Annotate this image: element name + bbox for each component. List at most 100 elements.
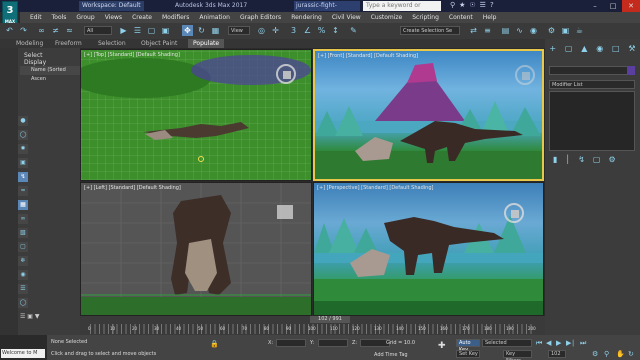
filter-groups-icon[interactable]: ▦ <box>18 200 28 210</box>
tab-selection[interactable]: Selection <box>98 39 126 48</box>
close-button[interactable]: ✕ <box>622 0 640 12</box>
filter-xrefs-icon[interactable]: ∞ <box>18 214 28 224</box>
scale-icon[interactable]: ▦ <box>210 25 221 36</box>
menu-animation[interactable]: Animation <box>199 14 230 21</box>
move-icon[interactable]: ✥ <box>182 25 193 36</box>
filter-geometry-icon[interactable]: ● <box>18 116 28 126</box>
minimize-button[interactable]: – <box>586 0 604 12</box>
render-setup-icon[interactable]: ⚙ <box>546 25 557 36</box>
app-logo-icon[interactable]: 3 MAX <box>2 1 18 25</box>
undo-icon[interactable]: ↶ <box>4 25 15 36</box>
x-coordinate-field[interactable] <box>276 339 306 347</box>
viewport-label-top[interactable]: [+] [Top] [Standard] [Default Shading] <box>84 52 180 58</box>
viewport-left[interactable]: [+] [Left] [Standard] [Default Shading] <box>80 182 312 316</box>
filter-lights-icon[interactable]: ✸ <box>18 144 28 154</box>
reference-coordinate-dropdown[interactable]: View <box>228 26 250 35</box>
menu-content[interactable]: Content <box>449 14 473 21</box>
key-filters-button[interactable]: Key Filters... <box>503 350 532 360</box>
rectangle-select-icon[interactable]: ▢ <box>146 25 157 36</box>
viewport-label-left[interactable]: [+] [Left] [Standard] [Default Shading] <box>84 185 181 191</box>
lock-selection-icon[interactable]: 🔒 <box>210 340 219 348</box>
viewport-top[interactable]: [+] [Top] [Standard] [Default Shading] <box>80 49 312 181</box>
layer-explorer-icon[interactable]: ▤ <box>500 25 511 36</box>
redo-icon[interactable]: ↷ <box>18 25 29 36</box>
menu-group[interactable]: Group <box>76 14 94 21</box>
maximize-button[interactable]: □ <box>604 0 622 12</box>
viewcube-left[interactable] <box>277 205 293 219</box>
display-tab-icon[interactable]: □ <box>612 44 620 53</box>
angle-snap-icon[interactable]: ∠ <box>302 25 313 36</box>
viewport-label-perspective[interactable]: [+] [Perspective] [Standard] [Default Sh… <box>317 185 433 191</box>
tab-display[interactable]: Display <box>24 59 46 66</box>
auto-key-button[interactable]: Auto Key <box>456 339 480 353</box>
explorer-column-header[interactable]: Name (Sorted Ascen <box>20 66 80 82</box>
maxscript-mini-listener[interactable]: Welcome to M <box>1 349 45 358</box>
key-mode-icon[interactable]: ✚ <box>438 341 446 351</box>
play-icon[interactable]: ▶ <box>556 339 561 347</box>
set-key-button[interactable]: Set Key <box>456 350 480 358</box>
menu-rendering[interactable]: Rendering <box>291 14 322 21</box>
filter-hidden-icon[interactable]: ◉ <box>18 270 28 280</box>
named-selection-dropdown[interactable]: Create Selection Se <box>400 26 460 35</box>
tab-freeform[interactable]: Freeform <box>55 39 82 48</box>
link-icon[interactable]: ∞ <box>36 25 47 36</box>
viewcube-top[interactable] <box>276 64 296 84</box>
object-name-field[interactable] <box>549 66 635 75</box>
next-frame-icon[interactable]: ▶∣ <box>566 339 575 347</box>
motion-tab-icon[interactable]: ◉ <box>596 44 603 53</box>
go-to-end-icon[interactable]: ⏭ <box>580 339 586 348</box>
select-manipulate-icon[interactable]: ✛ <box>270 25 281 36</box>
viewcube-front[interactable] <box>515 65 535 85</box>
search-input[interactable]: Type a keyword or phrase <box>363 1 441 19</box>
menu-scripting[interactable]: Scripting <box>412 14 439 21</box>
modifier-list-dropdown[interactable]: Modifier List <box>549 80 635 89</box>
object-color-swatch[interactable] <box>627 66 635 75</box>
pan-icon[interactable]: ✋ <box>616 350 625 358</box>
key-set-dropdown[interactable]: Selected <box>482 339 532 347</box>
tab-populate[interactable]: Populate <box>188 39 225 48</box>
material-editor-icon[interactable]: ◉ <box>528 25 539 36</box>
menu-customize[interactable]: Customize <box>371 14 403 21</box>
workspace-selector[interactable]: Workspace: Default <box>79 1 144 11</box>
tab-modeling[interactable]: Modeling <box>16 39 43 48</box>
previous-frame-icon[interactable]: ◀ <box>546 339 551 347</box>
zoom-icon[interactable]: ⚲ <box>604 350 609 358</box>
add-time-tag[interactable]: Add Time Tag <box>374 352 408 358</box>
filter-helpers-icon[interactable]: ↯ <box>18 172 28 182</box>
unlink-icon[interactable]: ≠ <box>50 25 61 36</box>
create-tab-icon[interactable]: + <box>549 44 556 53</box>
menu-help[interactable]: Help <box>483 14 497 21</box>
modify-tab-icon[interactable]: ▢ <box>565 44 573 53</box>
menu-tools[interactable]: Tools <box>52 14 67 21</box>
go-to-start-icon[interactable]: ⏮ <box>536 339 542 348</box>
select-by-name-icon[interactable]: ☰ <box>132 25 143 36</box>
spinner-snap-icon[interactable]: ↕ <box>330 25 341 36</box>
select-object-icon[interactable]: ▶ <box>118 25 129 36</box>
render-production-icon[interactable]: ☕ <box>574 25 585 36</box>
menu-civil-view[interactable]: Civil View <box>332 14 361 21</box>
explorer-bottom-icons[interactable]: ☰ ▣ ▼ <box>20 313 39 320</box>
filter-bones-icon[interactable]: ▧ <box>18 228 28 238</box>
filter-none-icon[interactable]: ◯ <box>18 298 28 308</box>
menu-graph-editors[interactable]: Graph Editors <box>240 14 281 21</box>
filter-spacewarps-icon[interactable]: ≈ <box>18 186 28 196</box>
align-icon[interactable]: ≡ <box>482 25 493 36</box>
viewcube-perspective[interactable] <box>504 203 524 223</box>
menu-views[interactable]: Views <box>105 14 122 21</box>
edit-named-selection-icon[interactable]: ✎ <box>348 25 359 36</box>
filter-cameras-icon[interactable]: ▣ <box>18 158 28 168</box>
menu-modifiers[interactable]: Modifiers <box>162 14 189 21</box>
selection-filter-dropdown[interactable]: All <box>84 26 112 35</box>
modifier-stack[interactable] <box>549 91 635 151</box>
percent-snap-icon[interactable]: % <box>316 25 327 36</box>
filter-all-icon[interactable]: ☰ <box>18 284 28 294</box>
time-config-icon[interactable]: ⚙ <box>592 350 598 358</box>
window-crossing-icon[interactable]: ▣ <box>160 25 171 36</box>
bind-spacewarp-icon[interactable]: ≈ <box>64 25 75 36</box>
hierarchy-tab-icon[interactable]: ▲ <box>581 44 587 53</box>
viewport-front[interactable]: [+] [Front] [Standard] [Default Shading] <box>313 49 544 181</box>
pivot-icon[interactable]: ◎ <box>256 25 267 36</box>
curve-editor-icon[interactable]: ∿ <box>514 25 525 36</box>
time-slider[interactable]: 102 / 991 <box>310 316 350 323</box>
filter-containers-icon[interactable]: ▢ <box>18 242 28 252</box>
